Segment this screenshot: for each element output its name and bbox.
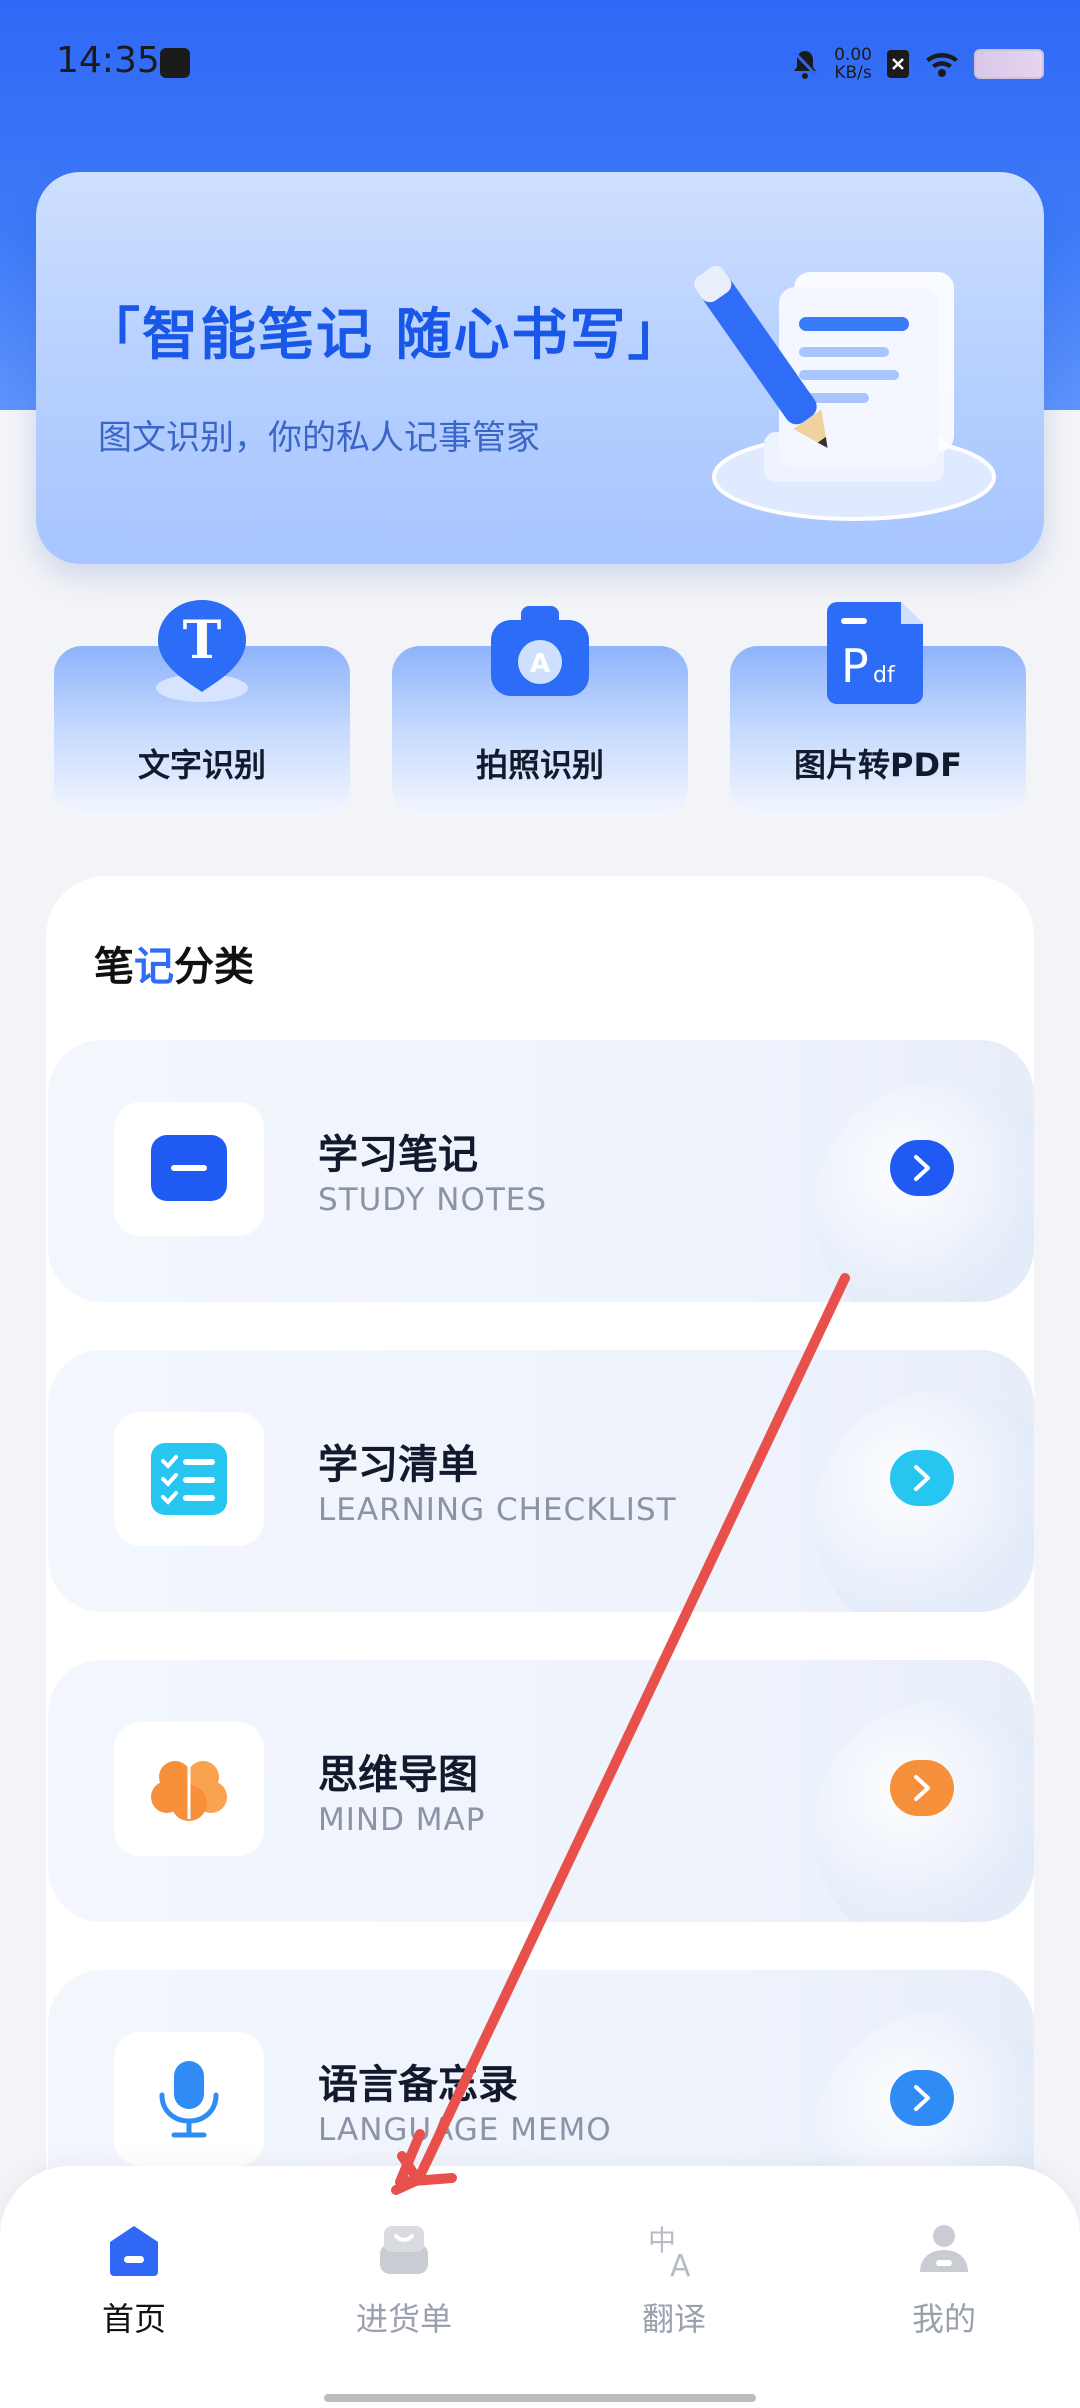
tool-glyph: T xyxy=(183,610,222,671)
nav-label: 翻译 xyxy=(641,2300,706,2338)
notification-app-icon xyxy=(160,48,190,78)
note-categories-panel: 笔记分类 学习笔记 STUDY NOTES 学习清单 LEARNING CHEC… xyxy=(46,876,1034,2232)
nav-label: 进货单 xyxy=(355,2300,452,2338)
notebook-pen-illustration xyxy=(694,265,996,521)
tool-label: 图片转PDF xyxy=(794,746,962,784)
tool-image-to-pdf[interactable]: P df 图片转PDF xyxy=(730,602,1026,816)
chevron-right-icon[interactable] xyxy=(890,1760,954,1816)
wifi-icon xyxy=(926,53,958,77)
home-indicator xyxy=(324,2394,756,2402)
translate-icon: 中 A xyxy=(648,2224,691,2284)
bottom-nav: 首页 进货单 中 A 翻译 我的 xyxy=(0,2166,1080,2408)
tool-label: 拍照识别 xyxy=(475,746,604,784)
category-subtitle: LEARNING CHECKLIST xyxy=(318,1492,677,1528)
nav-translate[interactable]: 中 A 翻译 xyxy=(574,2220,774,2340)
category-mind-map[interactable]: 思维导图 MIND MAP xyxy=(48,1660,1034,1922)
category-icon-box xyxy=(114,1102,264,1236)
nav-label: 我的 xyxy=(911,2300,976,2338)
quick-tools: T 文字识别 A 拍照识别 P df 图片转PDF xyxy=(0,600,1080,830)
status-time: 14:35 xyxy=(56,40,160,81)
network-speed-value: 0.00 xyxy=(834,45,872,65)
tool-text-recognition[interactable]: T 文字识别 xyxy=(54,600,350,816)
network-speed-unit: KB/s xyxy=(834,63,872,83)
banner-title: 「智能笔记 随心书写」 xyxy=(84,303,686,368)
section-title: 笔记分类 xyxy=(94,934,254,992)
camera-icon: A xyxy=(491,606,589,696)
category-icon-box xyxy=(114,1722,264,1856)
brain-icon xyxy=(151,1761,227,1821)
note-icon xyxy=(151,1135,227,1201)
category-title: 思维导图 xyxy=(318,1752,478,1798)
pdf-icon: P df xyxy=(827,602,923,704)
status-bar: 14:35 0.00 KB/s xyxy=(0,0,1080,120)
tool-glyph: A xyxy=(530,649,550,679)
svg-text:A: A xyxy=(670,2249,691,2280)
chevron-right-icon[interactable] xyxy=(890,2070,954,2126)
nav-home[interactable]: 首页 xyxy=(34,2220,234,2340)
nav-purchase-order[interactable]: 进货单 xyxy=(304,2220,504,2340)
network-speed: 0.00 KB/s xyxy=(834,46,872,82)
mute-bell-icon xyxy=(793,50,819,79)
category-subtitle: LANGUAGE MEMO xyxy=(318,2112,612,2148)
category-icon-box xyxy=(114,2032,264,2166)
home-icon xyxy=(110,2226,158,2276)
tool-photo-recognition[interactable]: A 拍照识别 xyxy=(392,606,688,816)
tool-glyph-small: df xyxy=(873,663,896,688)
promo-banner[interactable]: 「智能笔记 随心书写」 图文识别，你的私人记事管家 xyxy=(36,172,1044,564)
profile-icon xyxy=(920,2225,968,2272)
category-subtitle: MIND MAP xyxy=(318,1802,486,1838)
tool-label: 文字识别 xyxy=(137,746,266,784)
category-icon-box xyxy=(114,1412,264,1546)
status-indicators: 0.00 KB/s xyxy=(790,42,1044,86)
category-study-notes[interactable]: 学习笔记 STUDY NOTES xyxy=(48,1040,1034,1302)
category-title: 学习笔记 xyxy=(318,1132,478,1178)
nav-profile[interactable]: 我的 xyxy=(844,2220,1044,2340)
nav-label: 首页 xyxy=(101,2300,166,2338)
category-subtitle: STUDY NOTES xyxy=(318,1182,548,1218)
section-title-part: 笔 xyxy=(94,944,134,990)
category-title: 语言备忘录 xyxy=(318,2062,518,2108)
battery-icon xyxy=(974,49,1044,79)
section-title-part: 分类 xyxy=(174,944,254,990)
category-title: 学习清单 xyxy=(318,1442,478,1488)
text-recognition-icon: T xyxy=(156,600,248,702)
microphone-icon xyxy=(159,2061,219,2138)
chevron-right-icon[interactable] xyxy=(890,1140,954,1196)
checklist-icon xyxy=(151,1443,227,1515)
chevron-right-icon[interactable] xyxy=(890,1450,954,1506)
section-title-highlight: 记 xyxy=(134,944,174,990)
banner-subtitle: 图文识别，你的私人记事管家 xyxy=(98,418,540,458)
category-learning-checklist[interactable]: 学习清单 LEARNING CHECKLIST xyxy=(48,1350,1034,1612)
tool-glyph: P xyxy=(841,639,869,693)
purchase-order-icon xyxy=(380,2226,428,2274)
no-sim-icon xyxy=(887,50,909,78)
